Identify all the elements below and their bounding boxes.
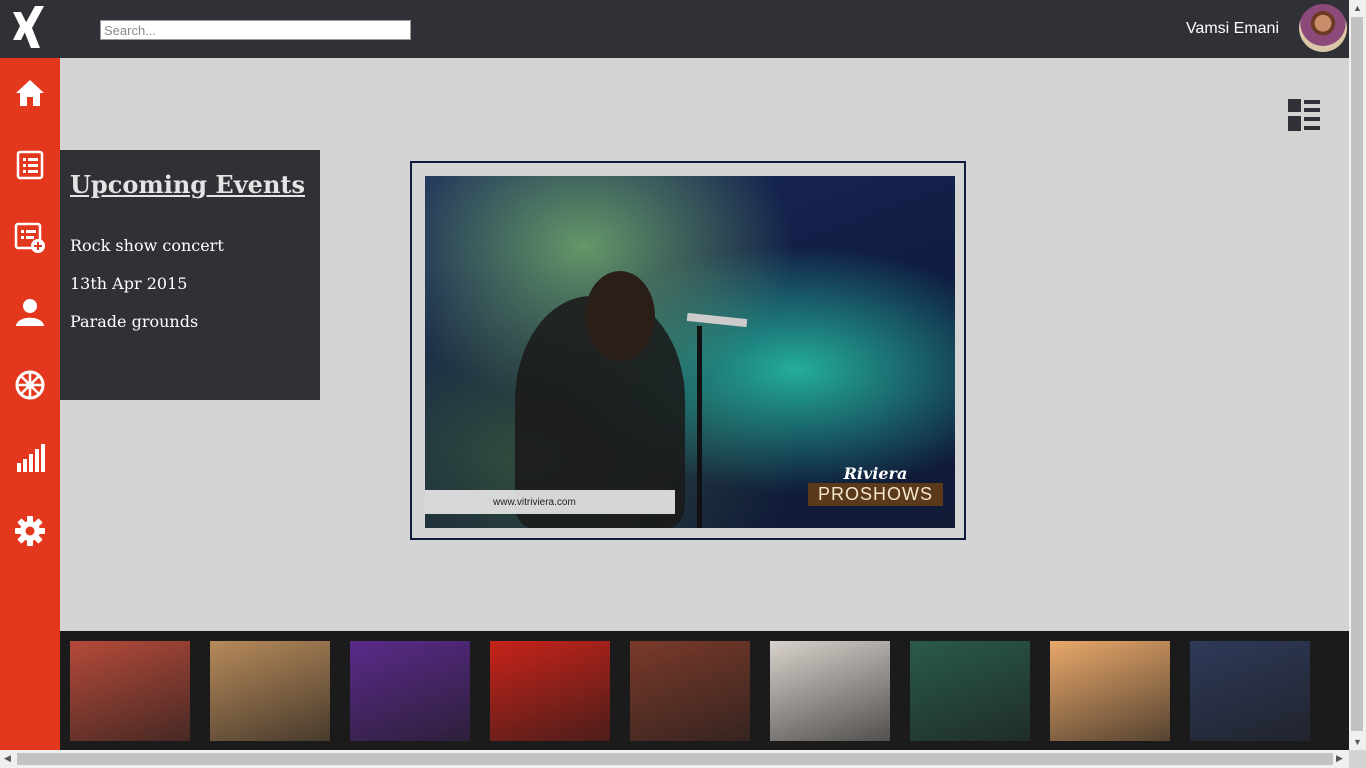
search-input[interactable] xyxy=(100,20,411,40)
upcoming-events-panel: Upcoming Events Rock show concert 13th A… xyxy=(60,150,320,400)
app-logo[interactable] xyxy=(0,0,60,58)
guitarist-head xyxy=(585,271,655,361)
thumbnail[interactable] xyxy=(1050,641,1170,741)
thumbnail[interactable] xyxy=(350,641,470,741)
sidebar-item-list[interactable] xyxy=(0,135,60,195)
scroll-left-arrow-icon[interactable]: ◀ xyxy=(4,753,11,764)
user-icon xyxy=(16,299,44,326)
featured-photo-frame: www.vitriviera.com Riviera PROSHOWS xyxy=(410,161,966,540)
avatar[interactable] xyxy=(1299,4,1347,52)
sidebar xyxy=(0,58,60,750)
vertical-scroll-thumb[interactable] xyxy=(1351,17,1363,731)
featured-photo[interactable]: www.vitriviera.com Riviera PROSHOWS xyxy=(425,176,955,528)
thumbnail[interactable] xyxy=(70,641,190,741)
microphone xyxy=(686,312,748,328)
sidebar-item-home[interactable] xyxy=(0,63,60,123)
horizontal-scrollbar[interactable]: ◀ ▶ xyxy=(0,750,1349,768)
thumbnail[interactable] xyxy=(490,641,610,741)
thumbnail[interactable] xyxy=(770,641,890,741)
event-name: Rock show concert xyxy=(70,236,224,255)
list-icon xyxy=(16,150,44,180)
brand-top: Riviera xyxy=(843,464,908,483)
add-list-icon xyxy=(14,222,45,253)
upcoming-events-title[interactable]: Upcoming Events xyxy=(70,170,305,199)
wheel-icon xyxy=(15,370,45,400)
sidebar-item-settings[interactable] xyxy=(0,501,60,561)
scroll-right-arrow-icon[interactable]: ▶ xyxy=(1336,753,1343,764)
scroll-down-arrow-icon[interactable]: ▼ xyxy=(1353,737,1362,747)
event-date: 13th Apr 2015 xyxy=(70,274,188,293)
brand-bottom: PROSHOWS xyxy=(807,483,943,506)
xing-logo-icon xyxy=(13,6,44,48)
sidebar-item-stats[interactable] xyxy=(0,428,60,488)
grid-view-icon xyxy=(1288,99,1320,131)
thumbnail[interactable] xyxy=(1190,641,1310,741)
sponsor-strip: www.vitriviera.com xyxy=(425,490,675,514)
vertical-scrollbar[interactable]: ▲ ▼ xyxy=(1349,0,1366,750)
sidebar-item-add-list[interactable] xyxy=(0,208,60,268)
home-icon xyxy=(16,80,44,106)
gear-icon xyxy=(15,516,45,546)
thumbnail[interactable] xyxy=(910,641,1030,741)
event-location: Parade grounds xyxy=(70,312,199,331)
signal-bars-icon xyxy=(17,444,45,472)
horizontal-scroll-thumb[interactable] xyxy=(17,753,1333,765)
riviera-proshows-logo: Riviera PROSHOWS xyxy=(807,464,943,506)
user-name[interactable]: Vamsi Emani xyxy=(1186,20,1279,38)
thumbnail[interactable] xyxy=(630,641,750,741)
watermark-url: www.vitriviera.com xyxy=(493,496,576,508)
sidebar-item-profile[interactable] xyxy=(0,282,60,342)
layout-toggle-button[interactable] xyxy=(1288,99,1320,131)
sidebar-item-wheel[interactable] xyxy=(0,355,60,415)
thumbnail[interactable] xyxy=(210,641,330,741)
top-bar: Vamsi Emani xyxy=(0,0,1349,58)
mic-stand xyxy=(697,326,702,528)
thumbnail-strip xyxy=(60,631,1349,750)
scroll-up-arrow-icon[interactable]: ▲ xyxy=(1353,3,1362,13)
